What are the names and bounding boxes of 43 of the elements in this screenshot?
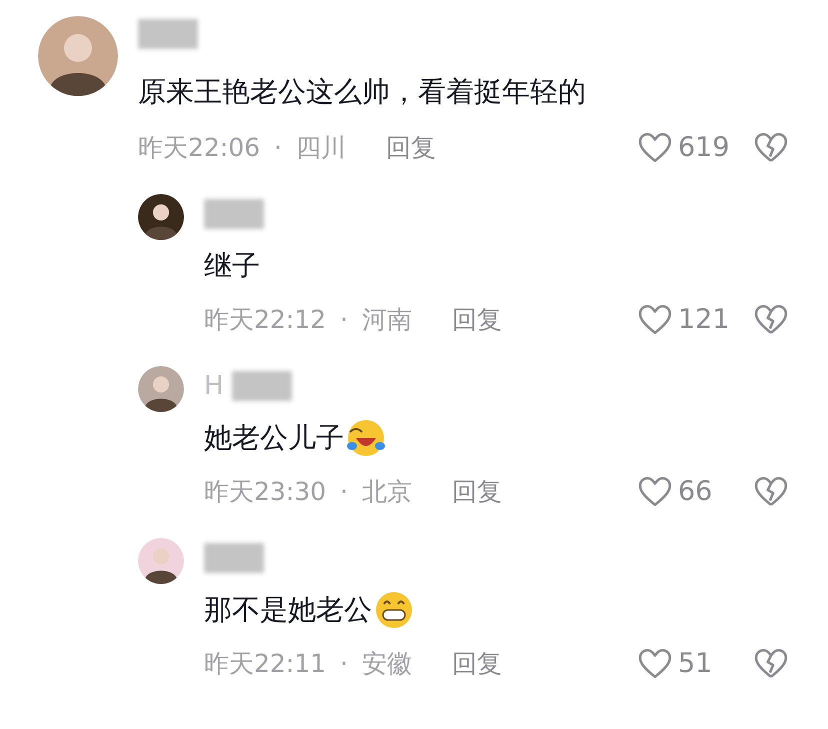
username[interactable]: H: [204, 371, 224, 401]
like-count: 66: [678, 476, 712, 506]
comment-text: 继子: [204, 248, 260, 284]
blurred-username: [204, 543, 264, 573]
reply-link[interactable]: 回复: [386, 130, 436, 164]
broken-heart-icon[interactable]: [754, 647, 788, 679]
blurred-username: [232, 371, 292, 401]
reply-link[interactable]: 回复: [452, 646, 502, 680]
broken-heart-icon[interactable]: [754, 131, 788, 163]
heart-icon[interactable]: [638, 303, 672, 335]
comment-time: 昨天22:12: [204, 304, 326, 336]
like-count: 51: [678, 648, 712, 678]
comment-location: 安徽: [362, 648, 412, 680]
comment-time: 昨天22:11: [204, 648, 326, 680]
comment-location: 北京: [362, 476, 412, 508]
laughing-crying-emoji-icon: [346, 418, 386, 458]
heart-icon[interactable]: [638, 475, 672, 507]
comment-text: 原来王艳老公这么帅，看着挺年轻的: [138, 74, 586, 110]
reply-link[interactable]: 回复: [452, 474, 502, 508]
comment-text: 她老公儿子: [204, 420, 344, 456]
like-count: 121: [678, 304, 730, 334]
comment-time: 昨天22:06: [138, 132, 260, 164]
comment-text: 那不是她老公: [204, 592, 372, 628]
comment-time: 昨天23:30: [204, 476, 326, 508]
separator-dot: ·: [340, 648, 348, 678]
avatar[interactable]: [138, 366, 184, 412]
comment-location: 四川: [296, 132, 346, 164]
heart-icon[interactable]: [638, 647, 672, 679]
grinning-emoji-icon: [374, 590, 414, 630]
avatar[interactable]: [38, 16, 118, 96]
heart-icon[interactable]: [638, 131, 672, 163]
reply-link[interactable]: 回复: [452, 302, 502, 336]
avatar[interactable]: [138, 538, 184, 584]
comment-location: 河南: [362, 304, 412, 336]
blurred-username: [138, 19, 198, 49]
avatar[interactable]: [138, 194, 184, 240]
separator-dot: ·: [274, 132, 282, 162]
separator-dot: ·: [340, 476, 348, 506]
like-count: 619: [678, 132, 730, 162]
blurred-username: [204, 199, 264, 229]
separator-dot: ·: [340, 304, 348, 334]
broken-heart-icon[interactable]: [754, 475, 788, 507]
broken-heart-icon[interactable]: [754, 303, 788, 335]
